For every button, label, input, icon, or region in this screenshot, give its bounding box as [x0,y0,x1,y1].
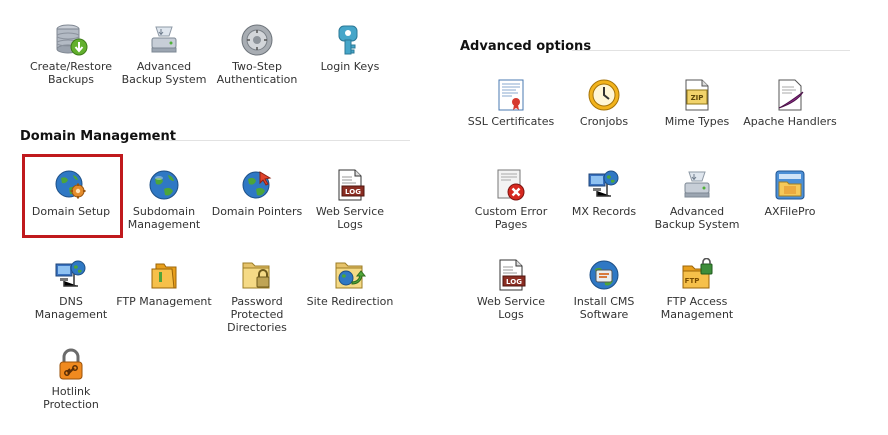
tile-create-restore-backups[interactable]: Create/Restore Backups [23,23,119,86]
tile-web-service-logs-advanced[interactable]: LOG Web Service Logs [463,258,559,321]
tile-label: Hotlink Protection [43,385,99,411]
tile-ssl-certificates[interactable]: SSL Certificates [463,78,559,128]
tile-label: FTP Access Management [660,295,734,321]
tile-label: Subdomain Management [127,205,201,231]
tile-login-keys[interactable]: Login Keys [302,23,398,73]
tile-label: SSL Certificates [467,115,555,128]
section-title-advanced-options: Advanced options [460,39,592,54]
folder-icon [151,263,177,289]
redirect-folder-icon [335,262,367,289]
tile-label: Apache Handlers [743,115,837,128]
padlock-chain-icon [59,348,83,380]
certificate-icon [498,79,524,111]
tile-ftp-management[interactable]: FTP Management [116,258,212,308]
tile-password-protected-directories[interactable]: Password Protected Directories [209,258,305,334]
tile-ftp-access-management[interactable]: FTP FTP Access Management [649,258,745,321]
tile-domain-setup[interactable]: Domain Setup [23,168,119,218]
tile-apache-handlers[interactable]: Apache Handlers [742,78,838,128]
tile-label: Install CMS Software [573,295,635,321]
tile-label: Domain Pointers [211,205,303,218]
tile-custom-error-pages[interactable]: Custom Error Pages [463,168,559,231]
tile-mime-types[interactable]: ZIP Mime Types [649,78,745,128]
network-computer-icon [588,170,619,197]
tile-label: FTP Management [116,295,212,308]
ftp-text: FTP [685,277,700,285]
tile-axfilepro[interactable]: AXFilePro [742,168,838,218]
tile-subdomain-management[interactable]: Subdomain Management [116,168,212,231]
cms-install-icon [589,260,619,290]
log-text: LOG [506,278,522,286]
database-restore-icon [56,24,88,56]
globe-gear-icon [55,170,86,199]
globe-icon [149,170,179,200]
backup-drive-icon [151,26,177,53]
ftp-lock-icon: FTP [682,258,713,289]
tile-label: Two-Step Authentication [216,60,298,86]
tile-advanced-backup-system[interactable]: Advanced Backup System [649,168,745,231]
tile-dns-management[interactable]: DNS Management [23,258,119,321]
tile-label: Web Service Logs [476,295,546,321]
tile-install-cms-software[interactable]: Install CMS Software [556,258,652,321]
feather-icon [778,79,804,111]
tile-label: Web Service Logs [315,205,385,231]
tile-mx-records[interactable]: MX Records [556,168,652,218]
tile-domain-pointers[interactable]: Domain Pointers [209,168,305,218]
log-file-icon: LOG [338,169,365,201]
locked-folder-icon [242,262,270,289]
error-page-icon [497,169,525,201]
tile-label: Login Keys [320,60,380,73]
tile-label: Custom Error Pages [474,205,548,231]
tile-label: Advanced Backup System [121,60,207,86]
zip-file-icon: ZIP [685,79,709,111]
tile-site-redirection[interactable]: Site Redirection [302,258,398,308]
section-divider [154,140,410,141]
tile-advanced-backup-system-top[interactable]: Advanced Backup System [116,23,212,86]
tile-label: Domain Setup [31,205,111,218]
tile-cronjobs[interactable]: Cronjobs [556,78,652,128]
tile-two-step-authentication[interactable]: Two-Step Authentication [209,23,305,86]
backup-drive-icon [684,171,710,198]
section-title-domain-management: Domain Management [20,129,176,144]
key-icon [338,25,358,55]
zip-text: ZIP [691,94,704,102]
tile-label: Create/Restore Backups [30,60,112,86]
tile-label: Advanced Backup System [654,205,740,231]
tile-label: Cronjobs [579,115,629,128]
log-text: LOG [345,188,361,196]
log-file-icon: LOG [499,259,526,291]
tile-label: Site Redirection [306,295,394,308]
clock-icon [588,79,620,111]
tile-label: Mime Types [664,115,730,128]
section-divider [572,50,850,51]
tile-label: DNS Management [34,295,108,321]
file-manager-icon [775,170,805,200]
tile-label: MX Records [571,205,637,218]
safe-dial-icon [241,24,273,56]
network-computer-icon [55,260,86,287]
globe-pointer-icon [242,171,272,199]
tile-label: AXFilePro [764,205,816,218]
tile-hotlink-protection[interactable]: Hotlink Protection [23,348,119,411]
tile-label: Password Protected Directories [227,295,287,334]
tile-web-service-logs[interactable]: LOG Web Service Logs [302,168,398,231]
